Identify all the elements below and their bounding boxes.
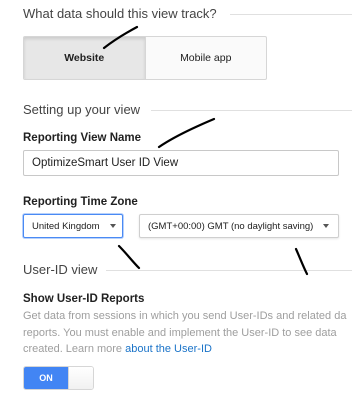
time-zone-label: Reporting Time Zone (23, 196, 138, 208)
description-text: created. Learn more (23, 343, 126, 355)
mobile-app-option[interactable]: Mobile app (144, 37, 267, 79)
annotation-stroke (117, 244, 141, 270)
view-name-input[interactable] (23, 150, 339, 176)
toggle-knob (68, 367, 93, 389)
platform-selector: Website Mobile app (23, 36, 267, 80)
description-line: Get data from sessions in which you send… (23, 310, 347, 322)
annotation-stroke (157, 117, 216, 149)
learn-more-link[interactable]: about the User-ID (125, 343, 212, 355)
country-value: United Kingdom (32, 220, 100, 232)
userid-section-title: User-ID view (23, 262, 98, 277)
country-dropdown[interactable]: United Kingdom (23, 214, 123, 238)
track-divider (230, 14, 352, 15)
userid-description: Get data from sessions in which you send… (23, 308, 352, 358)
userid-reports-label: Show User-ID Reports (23, 293, 145, 305)
time-zone-dropdown[interactable]: (GMT+00:00) GMT (no daylight saving) (139, 214, 339, 238)
description-line: reports. You must enable and implement t… (23, 326, 337, 339)
setup-section-title: Setting up your view (23, 102, 141, 117)
chevron-down-icon (323, 224, 330, 228)
view-name-label: Reporting View Name (23, 132, 142, 144)
setup-divider (151, 110, 352, 111)
description-line: created. Learn more about the User-ID (23, 341, 352, 358)
toggle-on-label: ON (24, 367, 68, 389)
userid-reports-toggle[interactable]: ON (23, 366, 94, 390)
userid-divider (106, 270, 352, 271)
chevron-down-icon (109, 224, 116, 228)
time-zone-value: (GMT+00:00) GMT (no daylight saving) (148, 220, 314, 232)
website-option[interactable]: Website (24, 37, 145, 79)
track-question: What data should this view track? (23, 6, 217, 21)
